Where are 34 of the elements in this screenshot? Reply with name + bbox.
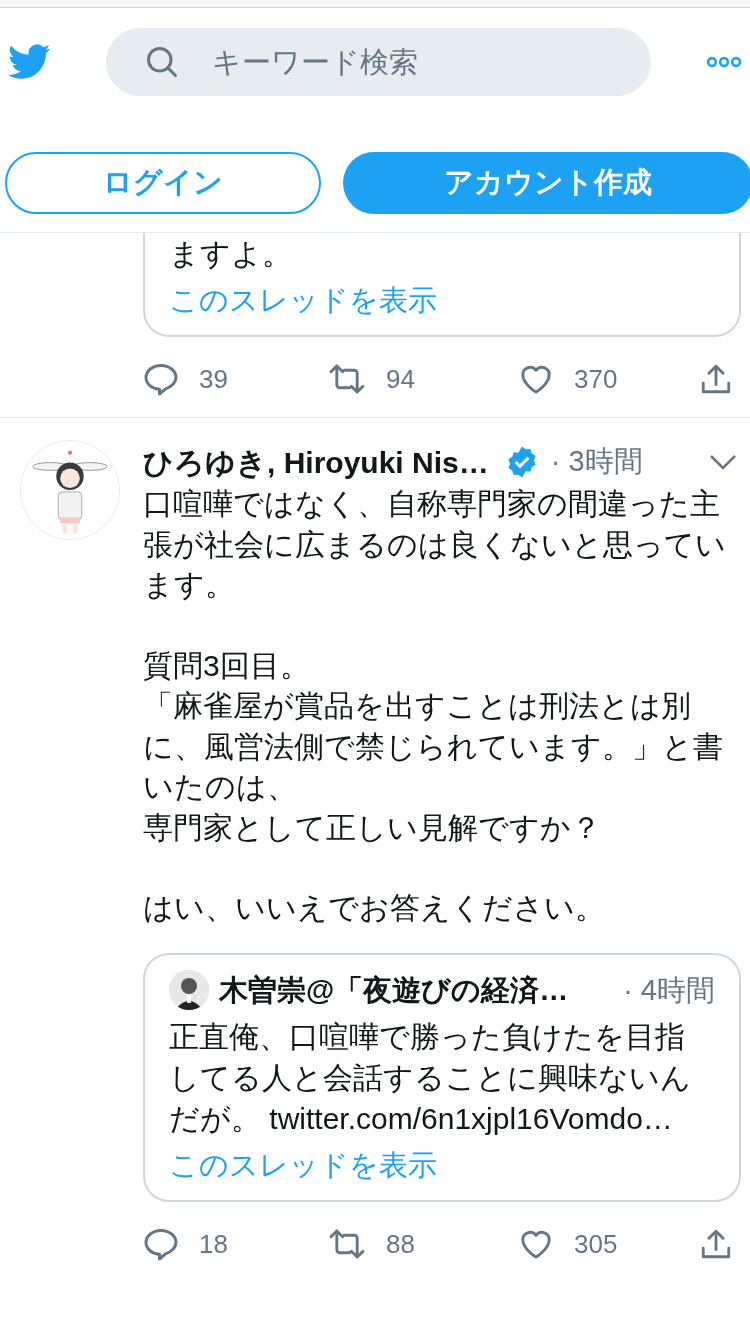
- share-icon[interactable]: [699, 1227, 733, 1261]
- show-thread-link[interactable]: このスレッドを表示: [169, 280, 715, 321]
- show-thread-link[interactable]: このスレッドを表示: [169, 1145, 715, 1186]
- chevron-down-icon[interactable]: [709, 454, 737, 470]
- heart-icon[interactable]: [518, 1228, 554, 1260]
- speech-bubble-icon[interactable]: [143, 1227, 179, 1261]
- like-count: 305: [574, 1227, 618, 1261]
- tweet-text: 「麻雀屋が賞品を出すことは刑法とは別に、風営法側で禁じられています。」と書いたのは、: [143, 688, 724, 805]
- tweet-text: 質問3回目。: [143, 647, 311, 684]
- tweet-text: 口喧嘩ではなく、自称専門家の間違った主張が社会に広まるのは良くないと思っています。: [143, 486, 727, 603]
- quoted-tweet-text: 正直俺、口喧嘩で勝った負けたを目指してる人と会話することに興味ないんだが。 twitter.com/6n1xjpl16Vomdo…: [169, 1019, 692, 1137]
- quoted-tweet-card[interactable]: 木曽崇@「夜遊びの経済… · 4時間 正直俺、口喧嘩で勝った負けたを目指してる人と会話することに興味ないんだが。 twitter.com/6n1xjpl16Vomdo… このスレッドを表示: [143, 952, 741, 1202]
- speech-bubble-icon[interactable]: [143, 362, 179, 396]
- retweet-icon[interactable]: [328, 1228, 366, 1260]
- author-name[interactable]: ひろゆき, Hiroyuki Nis…: [143, 439, 489, 485]
- more-icon[interactable]: [705, 55, 742, 69]
- like-count: 370: [574, 362, 618, 396]
- retweet-icon[interactable]: [328, 363, 366, 395]
- search-field[interactable]: キーワード検索: [105, 28, 651, 96]
- quoted-tweet-card[interactable]: ますよ。 このスレッドを表示: [143, 233, 741, 337]
- share-icon[interactable]: [699, 362, 733, 396]
- login-button[interactable]: ログイン: [5, 152, 321, 214]
- retweet-count: 88: [386, 1227, 415, 1261]
- sign-up-button[interactable]: アカウント作成: [343, 152, 750, 214]
- tweet-text: 専門家として正しい見解ですか？: [143, 809, 602, 846]
- tweet-time: · 3時間: [550, 444, 643, 480]
- quoted-tweet-text: ますよ。: [169, 236, 293, 272]
- quoted-tweet-time: · 4時間: [623, 972, 715, 1008]
- heart-icon[interactable]: [518, 363, 554, 395]
- quoted-author-name: 木曽崇@「夜遊びの経済…: [219, 972, 569, 1008]
- reply-count: 39: [199, 362, 228, 396]
- retweet-count: 94: [386, 362, 415, 396]
- tweet-text: はい、いいえでお答えください。: [143, 890, 606, 926]
- reply-count: 18: [199, 1227, 228, 1261]
